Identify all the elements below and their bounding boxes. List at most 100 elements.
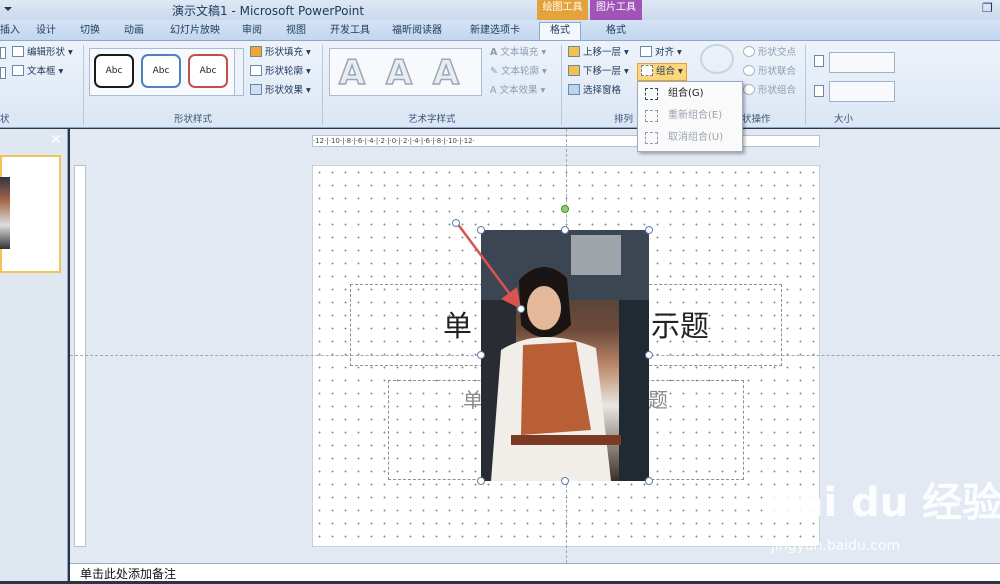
- rotate-handle[interactable]: [561, 205, 569, 213]
- arrow-end-handle[interactable]: [517, 305, 525, 313]
- qat-dropdown-icon[interactable]: [3, 4, 13, 14]
- shape-outline-label: 形状轮廓: [265, 66, 304, 77]
- wordart-style-3[interactable]: A: [427, 52, 465, 94]
- edit-shape-icon: [12, 46, 24, 57]
- bring-forward-button[interactable]: 上移一层 ▾: [568, 45, 629, 61]
- tab-transitions[interactable]: 切换: [80, 23, 100, 41]
- shape-gallery-edge-2[interactable]: [0, 67, 6, 79]
- group-separator: [83, 45, 84, 125]
- tab-design[interactable]: 设计: [36, 23, 56, 41]
- size-group-label: 大小: [834, 114, 854, 125]
- window-title: 演示文稿1 - Microsoft PowerPoint: [172, 4, 365, 18]
- menu-item-ungroup[interactable]: 取消组合(U): [642, 128, 740, 148]
- tab-format-picture[interactable]: 格式: [606, 23, 626, 41]
- selection-pane-button[interactable]: 选择窗格: [568, 83, 621, 99]
- vertical-ruler: [74, 165, 86, 547]
- align-button[interactable]: 对齐 ▾: [640, 45, 682, 61]
- tab-review[interactable]: 审阅: [242, 23, 262, 41]
- shape-intersect-button[interactable]: 形状交点: [743, 45, 796, 61]
- slide-thumbnail[interactable]: [0, 155, 61, 273]
- ribbon-tabs: 插入 设计 切换 动画 幻灯片放映 审阅 视图 开发工具 福昕阅读器 新建选项卡…: [0, 20, 1000, 41]
- wordart-group-label: 艺术字样式: [408, 114, 456, 125]
- text-fill-button[interactable]: A 文本填充 ▾: [490, 45, 546, 61]
- tab-view[interactable]: 视图: [286, 23, 306, 41]
- shape-union-button[interactable]: 形状联合: [743, 64, 796, 80]
- menu-item-ungroup-label: 取消组合(U): [668, 132, 724, 143]
- resize-handle-w[interactable]: [477, 351, 485, 359]
- text-outline-label: 文本轮廓: [500, 66, 539, 77]
- arrange-group-label: 排列: [614, 114, 634, 125]
- textbox-label: 文本框: [27, 66, 56, 77]
- shape-ops-big-icon: [700, 44, 734, 74]
- width-icon: [814, 85, 824, 97]
- align-icon: [640, 46, 652, 57]
- textbox-button[interactable]: 文本框 ▾: [12, 64, 63, 80]
- text-fill-label: 文本填充: [500, 47, 539, 58]
- menu-item-group[interactable]: 组合(G): [642, 84, 740, 104]
- send-backward-label: 下移一层: [583, 66, 622, 77]
- tab-developer[interactable]: 开发工具: [330, 23, 370, 41]
- shape-fill-label: 形状填充: [265, 47, 304, 58]
- notes-pane[interactable]: 单击此处添加备注: [70, 563, 1000, 581]
- tab-new[interactable]: 新建选项卡: [470, 23, 520, 41]
- width-input[interactable]: [829, 81, 895, 102]
- shape-combine-button[interactable]: 形状组合: [743, 83, 796, 99]
- bring-forward-icon: [568, 46, 580, 57]
- text-effects-button[interactable]: A 文本效果 ▾: [490, 83, 545, 99]
- intersect-icon: [743, 46, 755, 57]
- shape-outline-icon: [250, 65, 262, 76]
- tab-foxit[interactable]: 福昕阅读器: [392, 23, 442, 41]
- group-separator: [322, 45, 323, 125]
- shape-style-red[interactable]: Abc: [188, 54, 228, 88]
- shape-fill-button[interactable]: 形状填充 ▾: [250, 45, 311, 61]
- group-button[interactable]: 组合 ▾: [637, 63, 687, 81]
- shape-styles-group-label: 形状样式: [174, 114, 213, 125]
- wordart-style-2[interactable]: A: [380, 52, 418, 94]
- text-outline-icon: ✎: [490, 66, 498, 77]
- resize-handle-se[interactable]: [645, 477, 653, 485]
- union-icon: [743, 65, 755, 76]
- resize-handle-ne[interactable]: [645, 226, 653, 234]
- regroup-menu-icon: [645, 110, 658, 122]
- shape-style-black[interactable]: Abc: [94, 54, 134, 88]
- baidu-logo: Bai du 经验: [766, 480, 1000, 526]
- shape-effects-button[interactable]: 形状效果 ▾: [250, 83, 311, 99]
- insert-shapes-group-label: 状: [0, 114, 10, 125]
- tab-slideshow[interactable]: 幻灯片放映: [170, 23, 220, 41]
- send-backward-button[interactable]: 下移一层 ▾: [568, 64, 629, 80]
- tab-format-drawing[interactable]: 格式: [539, 22, 581, 40]
- restore-window-icon[interactable]: ❐: [982, 1, 993, 15]
- selection-pane-icon: [568, 84, 580, 95]
- bring-forward-label: 上移一层: [583, 47, 622, 58]
- arrow-start-handle[interactable]: [452, 219, 460, 227]
- shape-outline-button[interactable]: 形状轮廓 ▾: [250, 64, 311, 80]
- drawing-tools-context: 绘图工具: [537, 0, 588, 20]
- resize-handle-s[interactable]: [561, 477, 569, 485]
- tab-insert[interactable]: 插入: [0, 23, 20, 41]
- height-input[interactable]: [829, 52, 895, 73]
- menu-item-regroup[interactable]: 重新组合(E): [642, 106, 740, 126]
- ungroup-menu-icon: [645, 132, 658, 144]
- text-outline-button[interactable]: ✎ 文本轮廓 ▾: [490, 64, 547, 80]
- resize-handle-sw[interactable]: [477, 477, 485, 485]
- group-menu-icon: [645, 88, 658, 100]
- menu-item-group-label: 组合(G): [668, 88, 704, 99]
- close-panel-icon[interactable]: ✕: [50, 132, 62, 148]
- edit-shape-button[interactable]: 编辑形状 ▾: [12, 45, 73, 61]
- textbox-icon: [12, 65, 24, 76]
- gallery-scroll[interactable]: [234, 48, 244, 96]
- group-label: 组合: [656, 66, 676, 77]
- shape-effects-icon: [250, 84, 262, 95]
- wordart-style-1[interactable]: A: [333, 52, 371, 94]
- text-effects-label: 文本效果: [499, 85, 538, 96]
- shape-fill-icon: [250, 46, 262, 57]
- tab-animations[interactable]: 动画: [124, 23, 144, 41]
- resize-handle-n[interactable]: [561, 226, 569, 234]
- selection-pane-label: 选择窗格: [583, 85, 622, 96]
- arrow-shape[interactable]: [450, 215, 530, 315]
- subtitle-text-tail: 题: [648, 388, 668, 412]
- align-label: 对齐: [655, 47, 675, 58]
- shape-gallery-edge[interactable]: [0, 47, 6, 59]
- resize-handle-e[interactable]: [645, 351, 653, 359]
- shape-style-blue[interactable]: Abc: [141, 54, 181, 88]
